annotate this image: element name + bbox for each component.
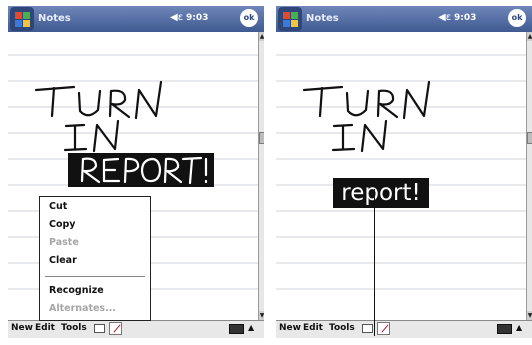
menu-item-recognize[interactable]: Recognize [49, 285, 104, 296]
menu-new[interactable]: New [279, 323, 301, 333]
app-title: Notes [306, 13, 339, 24]
menu-item-cut[interactable]: Cut [49, 201, 67, 212]
context-menu: Cut Copy Paste Clear Recognize Alternate… [39, 196, 151, 321]
menu-edit[interactable]: Edit [35, 323, 55, 333]
start-button[interactable] [10, 7, 34, 31]
pen-icon[interactable] [109, 322, 122, 335]
callout-line [374, 189, 375, 336]
right-device-screen: Notes ◀ε 9:03 ok report! ▲ ▼ New Edit To… [276, 6, 532, 338]
ink-line-in [331, 119, 388, 153]
input-arrow-icon[interactable]: ▲ [516, 323, 522, 332]
scroll-thumb[interactable] [259, 132, 264, 144]
scroll-thumb[interactable] [527, 132, 532, 144]
scroll-down-icon[interactable]: ▼ [259, 311, 264, 320]
menu-item-clear[interactable]: Clear [49, 255, 77, 266]
left-device-screen: Notes ◀ε 9:03 ok ▲ ▼ New Edit Tools ▲ Cu… [8, 6, 264, 338]
menu-bar: New Edit Tools ▲ [8, 320, 264, 338]
keyboard-icon[interactable] [94, 324, 105, 333]
menu-separator [45, 276, 145, 277]
windows-flag-icon [291, 20, 298, 27]
menu-item-paste: Paste [49, 237, 79, 248]
title-bar: Notes ◀ε 9:03 ok [8, 6, 264, 32]
windows-flag-icon [283, 12, 290, 19]
note-canvas[interactable]: report! [276, 32, 526, 320]
windows-flag-icon [15, 12, 22, 19]
menu-item-alternates: Alternates... [49, 303, 116, 314]
app-title: Notes [38, 13, 71, 24]
vertical-scrollbar[interactable]: ▲ ▼ [526, 32, 532, 320]
vertical-scrollbar[interactable]: ▲ ▼ [258, 32, 264, 320]
scroll-down-icon[interactable]: ▼ [527, 311, 532, 320]
menu-bar: New Edit Tools ▲ [276, 320, 532, 338]
title-bar: Notes ◀ε 9:03 ok [276, 6, 532, 32]
ok-button[interactable]: ok [240, 9, 258, 27]
windows-flag-icon [23, 12, 30, 19]
menu-tools[interactable]: Tools [329, 323, 355, 333]
menu-tools[interactable]: Tools [61, 323, 87, 333]
menu-edit[interactable]: Edit [303, 323, 323, 333]
clock[interactable]: 9:03 [454, 13, 476, 23]
speaker-icon[interactable]: ◀ε [438, 12, 451, 23]
start-button[interactable] [278, 7, 302, 31]
ok-button[interactable]: ok [508, 9, 526, 27]
input-panel-icon[interactable] [497, 324, 512, 334]
pen-icon[interactable] [377, 322, 390, 335]
speaker-icon[interactable]: ◀ε [170, 12, 183, 23]
input-arrow-icon[interactable]: ▲ [248, 323, 254, 332]
windows-flag-icon [291, 12, 298, 19]
scroll-up-icon[interactable]: ▲ [259, 32, 264, 41]
recognized-text[interactable]: report! [333, 178, 429, 208]
scroll-up-icon[interactable]: ▲ [527, 32, 532, 41]
windows-flag-icon [23, 20, 30, 27]
keyboard-icon[interactable] [362, 324, 373, 333]
menu-item-copy[interactable]: Copy [49, 219, 76, 230]
clock[interactable]: 9:03 [186, 13, 208, 23]
menu-new[interactable]: New [11, 323, 33, 333]
windows-flag-icon [15, 20, 22, 27]
windows-flag-icon [283, 20, 290, 27]
input-panel-icon[interactable] [229, 324, 244, 334]
